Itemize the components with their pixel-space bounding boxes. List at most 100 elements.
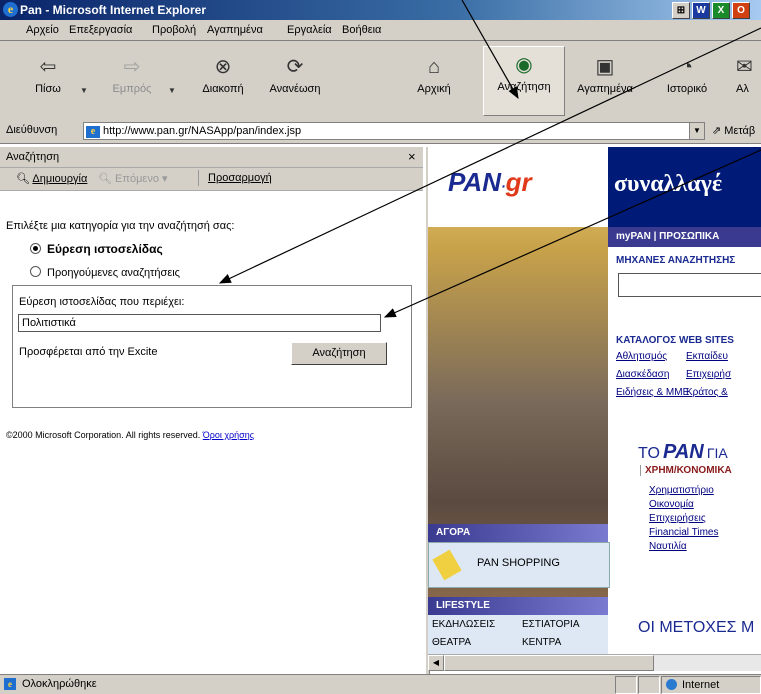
banner-text: συναλλαγέ	[614, 171, 723, 197]
menu-bar: Αρχείο Επεξεργασία Προβολή Αγαπημένα Εργ…	[0, 20, 761, 41]
search-prompt: Επιλέξτε μια κατηγορία για την αναζήτησή…	[6, 220, 235, 232]
forward-label: Εμπρός	[112, 83, 152, 95]
toolbar: ⇦ Πίσω ▼ ⇨ Εμπρός ▼ ⊗ Διακοπή ⟳ Ανανέωση…	[0, 41, 761, 120]
option-previous-label: Προηγούμενες αναζητήσεις	[47, 267, 180, 279]
engines-heading: ΜΗΧΑΝΕΣ ΑΝΑΖΗΤΗΣΗΣ	[616, 255, 736, 266]
menu-view[interactable]: Προβολή	[152, 24, 196, 36]
radio-icon	[30, 266, 41, 277]
title-bar: e Pan - Microsoft Internet Explorer ⊞ W …	[0, 0, 761, 20]
menu-edit[interactable]: Επεξεργασία	[69, 24, 132, 36]
logo-pan-text: PAN	[448, 167, 501, 197]
life-link-events[interactable]: ΕΚΔΗΛΩΣΕΙΣ	[432, 619, 495, 630]
cat-link-education[interactable]: Εκπαίδευ	[686, 351, 728, 362]
history-label: Ιστορικό	[666, 83, 708, 95]
refresh-button[interactable]: ⟳ Ανανέωση	[258, 49, 332, 119]
forward-dropdown-icon[interactable]: ▼	[168, 86, 176, 95]
life-link-theatres[interactable]: ΘΕΑΤΡΑ	[432, 637, 471, 648]
search-submit-button[interactable]: Αναζήτηση	[291, 342, 387, 365]
customize-button[interactable]: Προσαρμογή	[208, 172, 272, 184]
stop-button[interactable]: ⊗ Διακοπή	[190, 49, 256, 119]
finance-link-shipping[interactable]: Ναυτιλία	[649, 540, 718, 554]
new-search-button[interactable]: 🔍︎ Δημιουργία	[16, 172, 87, 185]
go-button[interactable]: ⇗ Μετάβ	[712, 124, 755, 137]
menu-file[interactable]: Αρχείο	[26, 24, 59, 36]
engines-input[interactable]	[618, 273, 761, 297]
address-dropdown-icon[interactable]: ▼	[689, 123, 704, 139]
status-zone: Internet	[661, 676, 761, 694]
more-button[interactable]: ✉ Αλ	[736, 49, 761, 119]
search-button[interactable]: ◉ Αναζήτηση	[483, 46, 565, 116]
finance-link-ft[interactable]: Financial Times	[649, 526, 718, 540]
web-page: PAN·gr συναλλαγέ myPAN | ΠΡΟΣΩΠΙΚΑ ΜΗΧΑΝ…	[428, 147, 761, 654]
finance-links: Χρηματιστήριο Οικονομία Επιχειρήσεις Fin…	[649, 484, 718, 554]
address-input[interactable]: e http://www.pan.gr/NASApp/pan/index.jsp …	[83, 122, 705, 140]
next-button[interactable]: 🔍︎ Επόμενο ▾	[98, 172, 168, 185]
cat-link-entertainment[interactable]: Διασκέδαση	[616, 369, 669, 380]
cat-link-business[interactable]: Επιχειρήσ	[686, 369, 731, 380]
horizontal-scrollbar[interactable]: ◀	[428, 654, 761, 671]
back-label: Πίσω	[35, 83, 61, 95]
back-dropdown-icon[interactable]: ▼	[80, 86, 88, 95]
address-bar: Διεύθυνση e http://www.pan.gr/NASApp/pan/…	[0, 119, 761, 144]
scroll-thumb[interactable]	[444, 655, 654, 671]
history-button[interactable]: ◔ Ιστορικό	[652, 49, 722, 119]
option-find-label: Εύρεση ιστοσελίδας	[47, 242, 163, 256]
search-pane-header: Αναζήτηση ×	[0, 147, 423, 168]
stop-icon: ⊗	[214, 56, 232, 78]
close-icon[interactable]: ×	[408, 149, 416, 164]
radio-selected-icon	[30, 243, 41, 254]
excel-icon: X	[712, 2, 730, 19]
back-button[interactable]: ⇦ Πίσω	[18, 49, 78, 119]
forward-button[interactable]: ⇨ Εμπρός	[102, 49, 162, 119]
lifestyle-section: LIFESTYLE	[428, 597, 608, 615]
shopping-box[interactable]: PAN SHOPPING	[428, 542, 610, 588]
scroll-left-icon[interactable]: ◀	[428, 655, 444, 671]
menu-help[interactable]: Βοήθεια	[342, 24, 381, 36]
top-nav[interactable]: myPAN | ΠΡΟΣΩΠΙΚΑ	[608, 227, 761, 247]
life-link-venues[interactable]: ΚΕΝΤΡΑ	[522, 637, 561, 648]
back-arrow-icon: ⇦	[39, 56, 57, 78]
lower-right-column: ΤΟ PAN ΓΙΑ ΧΡΗΜ/ΚΟΝΟΜΙΚΑ Χρηματιστήριο Ο…	[608, 407, 761, 654]
page-status-icon: e	[4, 678, 16, 690]
finance-link-economy[interactable]: Οικονομία	[649, 498, 718, 512]
go-label: Μετάβ	[724, 125, 756, 137]
logo-area: PAN·gr	[428, 147, 608, 227]
shopping-tag-icon	[432, 549, 462, 581]
home-icon: ⌂	[427, 56, 441, 78]
finance-link-business[interactable]: Επιχειρήσεις	[649, 512, 718, 526]
forward-arrow-icon: ⇨	[123, 56, 141, 78]
market-section: ΑΓΟΡΑ	[428, 524, 608, 542]
option-find-page[interactable]: Εύρεση ιστοσελίδας	[30, 242, 163, 256]
terms-link[interactable]: Όροι χρήσης	[203, 430, 254, 440]
go-arrow-icon: ⇗	[712, 125, 722, 137]
cat-link-state[interactable]: Κράτος &	[686, 387, 728, 398]
menu-tools[interactable]: Εργαλεία	[287, 24, 332, 36]
provider-text: Προσφέρεται από την Excite	[19, 346, 158, 358]
option-previous-searches[interactable]: Προηγούμενες αναζητήσεις	[30, 265, 180, 279]
logo-gr-text: gr	[505, 167, 532, 197]
status-text: Ολοκληρώθηκε	[22, 678, 97, 690]
favorites-button[interactable]: ▣ Αγαπημένα	[563, 49, 647, 119]
to-pan-heading: ΤΟ PAN ΓΙΑ	[638, 441, 728, 464]
finance-link-stock-exchange[interactable]: Χρηματιστήριο	[649, 484, 718, 498]
field-label: Εύρεση ιστοσελίδας που περιέχει:	[19, 296, 185, 308]
to-pan-c: ΓΙΑ	[706, 445, 728, 461]
to-pan-b: PAN	[663, 441, 704, 463]
menu-favorites[interactable]: Αγαπημένα	[207, 24, 263, 36]
cat-link-news[interactable]: Ειδήσεις & ΜΜΕ	[616, 387, 689, 398]
search-query-input[interactable]: Πολιτιστικά	[18, 314, 381, 332]
home-button[interactable]: ⌂ Αρχική	[404, 49, 464, 119]
life-link-restaurants[interactable]: ΕΣΤΙΑΤΟΡΙΑ	[522, 619, 580, 630]
mail-icon: ✉	[736, 56, 753, 78]
history-icon: ◔	[680, 56, 694, 78]
home-label: Αρχική	[417, 83, 451, 95]
windows-logo-icon: ⊞	[672, 2, 690, 19]
search-pane-title: Αναζήτηση	[6, 151, 60, 163]
status-bar: e Ολοκληρώθηκε Internet	[0, 674, 761, 694]
cat-link-sports[interactable]: Αθλητισμός	[616, 351, 667, 362]
search-pane: Αναζήτηση × 🔍︎ Δημιουργία 🔍︎ Επόμενο ▾ Π…	[0, 147, 425, 674]
address-url: http://www.pan.gr/NASApp/pan/index.jsp	[103, 125, 302, 137]
refresh-icon: ⟳	[286, 56, 304, 78]
pan-logo[interactable]: PAN·gr	[448, 167, 532, 198]
favorites-icon: ▣	[595, 56, 615, 78]
